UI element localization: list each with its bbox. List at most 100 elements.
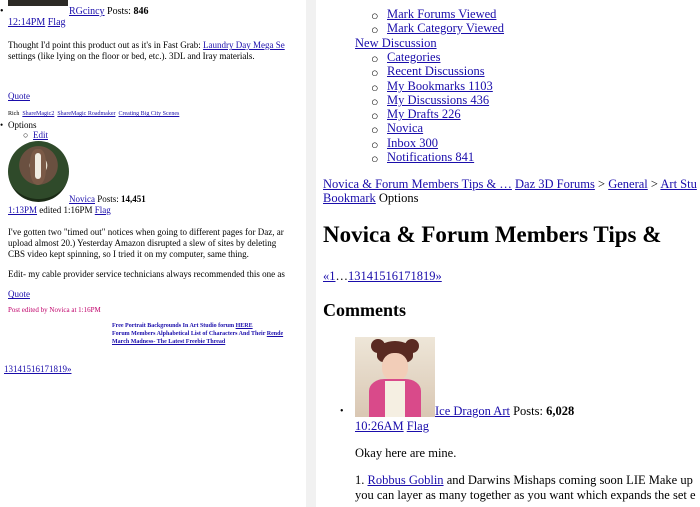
avatar-thumbnail bbox=[8, 0, 68, 6]
post1-username[interactable]: RGcincy bbox=[69, 6, 105, 17]
profile-link[interactable]: Novica bbox=[387, 121, 423, 136]
pager-ellipsis: … bbox=[335, 269, 349, 283]
post2-quote-link[interactable]: Quote bbox=[8, 289, 30, 299]
new-discussion-link[interactable]: New Discussion bbox=[355, 36, 437, 51]
ice-dragon-avatar[interactable] bbox=[355, 337, 435, 417]
left-pane: • RGcincy Posts: 846 12:14PM Flag Though… bbox=[0, 0, 306, 507]
post2-flag[interactable]: Flag bbox=[95, 205, 111, 215]
comment-author-line: Ice Dragon Art Posts: 6,028 bbox=[435, 404, 574, 419]
pane-divider bbox=[306, 0, 316, 507]
posts-count: 6,028 bbox=[546, 404, 575, 418]
pagination: «1…13141516171819» bbox=[323, 269, 442, 284]
options-label[interactable]: Options bbox=[379, 191, 419, 205]
breadcrumb-item-forums[interactable]: Daz 3D Forums bbox=[515, 177, 595, 191]
sig-prefix: Rich bbox=[8, 111, 20, 117]
edit-link[interactable]: Edit bbox=[33, 130, 48, 140]
pager-pages[interactable]: 13141516171819 bbox=[348, 269, 436, 283]
list-number: 1. bbox=[355, 473, 365, 487]
robbus-goblin-link[interactable]: Robbus Goblin bbox=[368, 473, 444, 487]
sig-text: Forum Members Alphabetical List of Chara… bbox=[112, 331, 266, 337]
list-bullet-open: ○ bbox=[371, 123, 379, 137]
my-drafts-link[interactable]: My Drafts 226 bbox=[387, 107, 461, 122]
mark-forums-viewed-link[interactable]: Mark Forums Viewed bbox=[387, 7, 496, 22]
list-bullet-open: ○ bbox=[371, 138, 379, 152]
list-bullet: • bbox=[0, 6, 4, 17]
comments-heading: Comments bbox=[323, 300, 406, 320]
breadcrumb-separator: > bbox=[650, 177, 658, 191]
post1-body-line1: Thought I'd point this product out as it… bbox=[8, 40, 285, 50]
mark-category-viewed-link[interactable]: Mark Category Viewed bbox=[387, 21, 504, 36]
post1-author-line: RGcincy Posts: 846 bbox=[69, 6, 148, 17]
post2-body-line3: CBS video kept spinning, so I tried it o… bbox=[8, 249, 249, 259]
comment-flag[interactable]: Flag bbox=[407, 419, 429, 433]
post2-meta: 1:13PM edited 1:16PM Flag bbox=[8, 205, 111, 215]
post2-body-line4: Edit- my cable provider service technici… bbox=[8, 269, 285, 279]
post2-sig-line2: Forum Members Alphabetical List of Chara… bbox=[112, 331, 283, 337]
post1-product-link[interactable]: Laundry Day Mega Se bbox=[203, 40, 285, 50]
right-pane: ○ Mark Forums Viewed ○ Mark Category Vie… bbox=[316, 0, 700, 507]
sig-link-1[interactable]: ShareMagic2 bbox=[22, 111, 54, 117]
posts-label: Posts: bbox=[107, 6, 131, 17]
post2-body-line2: upload almost 20.) Yesterday Amazon disr… bbox=[8, 238, 277, 248]
post1-text: Thought I'd point this product out as it… bbox=[8, 40, 201, 50]
list-bullet-open: ○ bbox=[371, 81, 379, 95]
breadcrumb-item-art-studio[interactable]: Art Stu bbox=[660, 177, 696, 191]
sig-link-2[interactable]: ShareMagic Roadmaker bbox=[57, 111, 115, 117]
comment-body-line2: 1. Robbus Goblin and Darwins Mishaps com… bbox=[355, 473, 693, 488]
post2-edited: edited 1:16PM bbox=[39, 205, 93, 215]
list-bullet-open: ○ bbox=[371, 66, 379, 80]
comment-text: and Darwins Mishaps coming soon LIE Make… bbox=[446, 473, 693, 487]
comment-body-line3: you can layer as many together as you wa… bbox=[355, 488, 696, 502]
comment-username[interactable]: Ice Dragon Art bbox=[435, 404, 510, 418]
sig-text: Free Portrait Backgrounds In Art Studio … bbox=[112, 323, 235, 329]
list-bullet: • bbox=[0, 120, 4, 130]
breadcrumb-item-general[interactable]: General bbox=[608, 177, 648, 191]
options-label[interactable]: Options bbox=[8, 120, 37, 130]
pager-first[interactable]: «1 bbox=[323, 269, 336, 283]
post1-quote-link[interactable]: Quote bbox=[8, 91, 30, 101]
pager-next[interactable]: » bbox=[436, 269, 442, 283]
list-bullet-open: ○ bbox=[23, 130, 29, 140]
list-bullet-open: ○ bbox=[371, 52, 379, 66]
posts-label: Posts: bbox=[97, 194, 119, 204]
posts-label: Posts: bbox=[513, 404, 543, 418]
comment-body-line1: Okay here are mine. bbox=[355, 446, 457, 460]
post1-time[interactable]: 12:14PM bbox=[8, 17, 45, 28]
post1-body-line2: settings (like lying on the floor or bed… bbox=[8, 51, 255, 61]
list-bullet-open: ○ bbox=[371, 95, 379, 109]
thread-actions: Bookmark Options bbox=[323, 191, 419, 206]
sig-link-3[interactable]: Creating Big City Scenes bbox=[119, 111, 180, 117]
list-bullet: • bbox=[340, 406, 344, 417]
novica-avatar[interactable] bbox=[8, 141, 69, 202]
post2-time[interactable]: 1:13PM bbox=[8, 205, 37, 215]
inbox-link[interactable]: Inbox 300 bbox=[387, 136, 438, 151]
post2-body-line1: I've gotten two "timed out" notices when… bbox=[8, 227, 284, 237]
my-discussions-link[interactable]: My Discussions 436 bbox=[387, 93, 489, 108]
recent-discussions-link[interactable]: Recent Discussions bbox=[387, 64, 485, 79]
posts-count: 846 bbox=[133, 6, 149, 17]
comment-meta: 10:26AM Flag bbox=[355, 419, 429, 434]
post1-signature: Rich ShareMagic2 ShareMagic Roadmaker Cr… bbox=[8, 111, 179, 117]
breadcrumb: Novica & Forum Members Tips & … Daz 3D F… bbox=[323, 177, 697, 192]
sig-here-link[interactable]: HERE bbox=[236, 323, 253, 329]
notifications-link[interactable]: Notifications 841 bbox=[387, 150, 474, 165]
breadcrumb-item-thread[interactable]: Novica & Forum Members Tips & … bbox=[323, 177, 512, 191]
my-bookmarks-link[interactable]: My Bookmarks 1103 bbox=[387, 79, 493, 94]
list-bullet-open: ○ bbox=[371, 152, 379, 166]
categories-link[interactable]: Categories bbox=[387, 50, 440, 65]
post2-username[interactable]: Novica bbox=[69, 194, 95, 204]
post2-sig-line1: Free Portrait Backgrounds In Art Studio … bbox=[112, 323, 253, 329]
post2-author-line: Novica Posts: 14,451 bbox=[69, 194, 146, 204]
post2-edited-note: Post edited by Novica at 1:16PM bbox=[8, 306, 101, 314]
sig-render-link[interactable]: Rende bbox=[267, 331, 283, 337]
breadcrumb-separator: > bbox=[598, 177, 606, 191]
comment-time[interactable]: 10:26AM bbox=[355, 419, 404, 433]
post1-flag[interactable]: Flag bbox=[48, 17, 66, 28]
post1-meta: 12:14PM Flag bbox=[8, 17, 66, 28]
post2-sig-line3[interactable]: March Madness- The Latest Freebie Thread bbox=[112, 339, 225, 345]
list-bullet-open: ○ bbox=[371, 109, 379, 123]
posts-count: 14,451 bbox=[121, 194, 146, 204]
bookmark-link[interactable]: Bookmark bbox=[323, 191, 376, 205]
left-pager[interactable]: 13141516171819» bbox=[4, 364, 72, 374]
list-bullet-open: ○ bbox=[371, 9, 379, 23]
